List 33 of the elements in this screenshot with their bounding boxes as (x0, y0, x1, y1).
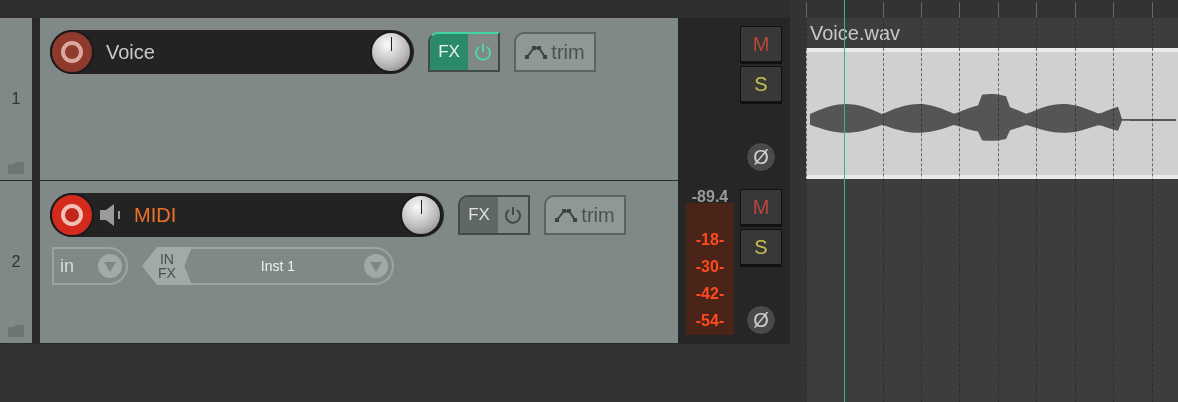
speaker-icon[interactable] (100, 203, 122, 227)
mute-button[interactable]: M (740, 26, 782, 62)
meter-scale-label: -54- (695, 311, 725, 331)
solo-button[interactable]: S (740, 66, 782, 102)
meter-scale-label: -18- (695, 230, 725, 250)
meter-scale-label: -30- (695, 257, 725, 277)
track-name[interactable]: Voice (106, 37, 155, 67)
dropdown-icon (98, 254, 122, 278)
envelope-icon (525, 45, 548, 59)
volume-knob[interactable] (400, 194, 442, 236)
volume-knob[interactable] (370, 31, 412, 73)
power-icon (474, 43, 492, 61)
track-name[interactable]: MIDI (134, 200, 177, 230)
trim-button[interactable]: trim (514, 32, 596, 72)
fx-button[interactable]: FX (458, 195, 530, 235)
fx-button[interactable]: FX (428, 32, 500, 72)
record-arm-button[interactable] (50, 30, 94, 74)
track-number: 2 (11, 252, 21, 272)
phase-button[interactable]: Ø (746, 305, 776, 335)
trim-button[interactable]: trim (544, 195, 626, 235)
solo-button[interactable]: S (740, 229, 782, 265)
phase-button[interactable]: Ø (746, 142, 776, 172)
peak-reading: -89.4 (690, 189, 730, 205)
meter-scale-label: -42- (695, 284, 725, 304)
insert-fx-label: IN FX (142, 247, 192, 285)
record-arm-button[interactable] (50, 193, 94, 237)
mute-button[interactable]: M (740, 189, 782, 225)
power-icon (504, 206, 522, 224)
input-dropdown[interactable]: in (52, 247, 128, 285)
audio-item[interactable] (806, 48, 1178, 179)
dropdown-icon (363, 254, 388, 278)
envelope-icon (555, 208, 578, 222)
track-number: 1 (11, 89, 21, 109)
